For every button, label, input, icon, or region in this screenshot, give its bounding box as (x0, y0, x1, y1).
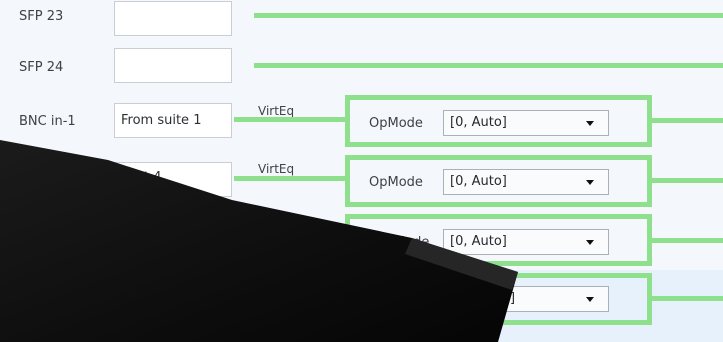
dark-object-occluder (0, 140, 518, 342)
